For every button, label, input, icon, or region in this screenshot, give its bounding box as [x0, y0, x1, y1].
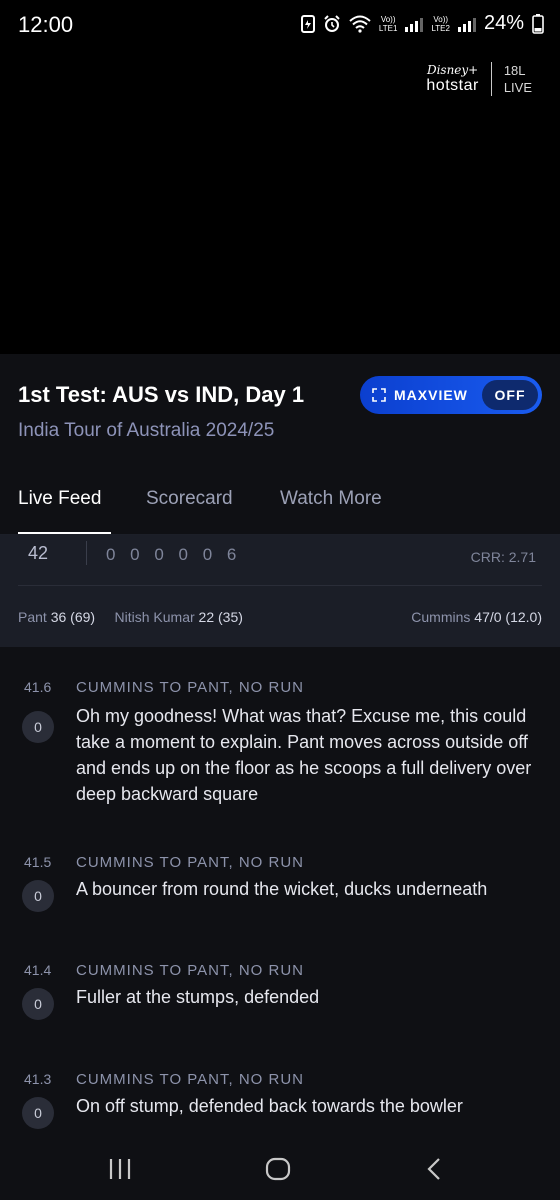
score-divider [86, 541, 87, 565]
back-icon [427, 1158, 440, 1180]
batter2-score: 22 (35) [198, 609, 243, 625]
ball-header: CUMMINS TO PANT, NO RUN [76, 854, 305, 871]
bowler: Cummins 47/0 (12.0) [411, 609, 542, 625]
hotstar-logo: Disney+ hotstar [426, 63, 479, 94]
ball-runs-badge: 0 [22, 988, 54, 1020]
score-summary: 42 0 0 0 0 0 6 CRR: 2.71 Pant 36 (69) Ni… [0, 535, 560, 647]
tab-bar: Live Feed Scorecard Watch More [0, 484, 560, 534]
batters: Pant 36 (69) Nitish Kumar 22 (35) [18, 609, 243, 625]
ball-header: CUMMINS TO PANT, NO RUN [76, 1071, 305, 1088]
bowler-figures: 47/0 (12.0) [474, 609, 542, 625]
brand-watermark: Disney+ hotstar 18L LIVE [426, 62, 532, 96]
network-1: Vo)) LTE1 [378, 14, 398, 33]
age-rating: 18L LIVE [503, 63, 532, 95]
status-time: 12:00 [18, 12, 74, 37]
battery-percent: 24% [483, 12, 524, 34]
wifi-icon [349, 13, 371, 35]
ball-commentary: A bouncer from round the wicket, ducks u… [76, 879, 488, 899]
maxview-icon [372, 388, 386, 402]
ball-commentary: On off stump, defended back towards the … [76, 1096, 463, 1116]
back-button[interactable] [416, 1154, 452, 1184]
network-2: Vo)) LTE2 [431, 14, 450, 33]
score-divider-line [18, 585, 542, 586]
bowler-name: Cummins [411, 609, 471, 625]
match-subtitle: India Tour of Australia 2024/25 [18, 420, 275, 441]
data-saver-icon [300, 13, 315, 35]
signal-icon [457, 16, 476, 32]
tab-scorecard[interactable]: Scorecard [146, 488, 233, 510]
match-title: 1st Test: AUS vs IND, Day 1 [18, 382, 305, 407]
batter1-score: 36 (69) [50, 609, 96, 625]
ball-runs-badge: 0 [22, 1097, 54, 1129]
signal-icon [405, 16, 424, 32]
battery-icon [532, 13, 544, 35]
current-run-rate: CRR: 2.71 [470, 549, 536, 565]
system-nav-bar [0, 1140, 560, 1200]
alarm-icon [323, 13, 341, 35]
ball-header: CUMMINS TO PANT, NO RUN [76, 962, 305, 979]
tab-watch-more[interactable]: Watch More [280, 488, 382, 510]
brand-divider [490, 62, 492, 96]
score-runs: 42 [28, 543, 49, 563]
ball-over: 41.4 [24, 962, 52, 978]
batter2-name: Nitish Kumar [114, 609, 195, 625]
recents-icon [109, 1159, 131, 1179]
video-player[interactable]: Disney+ hotstar 18L LIVE [0, 50, 560, 354]
match-panel: 1st Test: AUS vs IND, Day 1 India Tour o… [0, 354, 560, 1200]
status-bar: 12:00 Vo)) LTE1 Vo)) LTE2 24% [0, 0, 560, 50]
ball-over: 41.3 [24, 1071, 52, 1087]
home-button[interactable] [260, 1154, 296, 1184]
maxview-toggle[interactable]: OFF [482, 380, 538, 410]
recent-balls: 0 0 0 0 0 6 [106, 545, 242, 564]
ball-header: CUMMINS TO PANT, NO RUN [76, 679, 305, 696]
tab-live-feed[interactable]: Live Feed [18, 488, 101, 510]
status-icons: Vo)) LTE1 Vo)) LTE2 24% [300, 12, 544, 35]
ball-over: 41.5 [24, 854, 52, 870]
home-icon [265, 1157, 291, 1181]
ball-commentary: Fuller at the stumps, defended [76, 987, 320, 1007]
recents-button[interactable] [102, 1154, 138, 1184]
maxview-label: MAXVIEW [394, 387, 468, 403]
ball-commentary: Oh my goodness! What was that? Excuse me… [76, 706, 532, 804]
batter1-name: Pant [18, 609, 47, 625]
maxview-button[interactable]: MAXVIEW OFF [360, 376, 542, 414]
ball-over: 41.6 [24, 679, 52, 695]
ball-runs-badge: 0 [22, 711, 54, 743]
ball-runs-badge: 0 [22, 880, 54, 912]
